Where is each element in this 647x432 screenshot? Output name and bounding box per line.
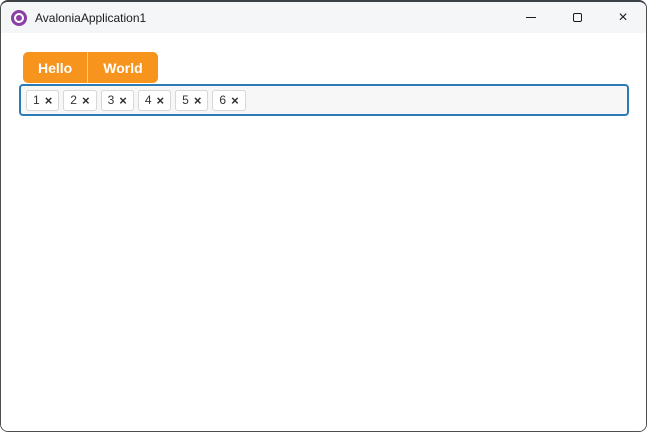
remove-tag-icon[interactable]: × (119, 94, 127, 107)
logo-ring (14, 12, 24, 23)
tag-label: 5 (182, 93, 189, 107)
client-area: Hello World 1 × 2 × 3 × 4 × 5 × 6 × (1, 33, 646, 431)
close-icon: × (618, 8, 628, 26)
tag-chip: 6 × (212, 89, 246, 111)
tag-chip: 4 × (137, 89, 172, 111)
world-button[interactable]: World (88, 52, 157, 83)
window-controls: × (508, 2, 646, 33)
minimize-button[interactable] (508, 2, 554, 33)
maximize-icon (572, 13, 582, 22)
tag-label: 4 (144, 93, 152, 107)
titlebar[interactable]: AvaloniaApplication1 × (1, 2, 646, 33)
tag-label: 6 (219, 93, 227, 107)
remove-tag-icon[interactable]: × (82, 94, 90, 107)
maximize-button[interactable] (554, 2, 600, 33)
remove-tag-icon[interactable]: × (194, 94, 202, 107)
tag-label: 2 (70, 93, 77, 107)
tag-label: 3 (107, 93, 115, 107)
hello-button[interactable]: Hello (23, 52, 87, 83)
tag-chip: 1 × (26, 89, 60, 111)
avalonia-logo-icon (11, 9, 27, 26)
remove-tag-icon[interactable]: × (45, 94, 53, 107)
app-window: AvaloniaApplication1 × Hello World 1 × 2… (0, 0, 647, 432)
hello-world-button-group: Hello World (23, 52, 158, 83)
minimize-icon (526, 17, 536, 18)
tag-chip: 2 × (63, 89, 97, 111)
window-title: AvaloniaApplication1 (35, 10, 147, 25)
remove-tag-icon[interactable]: × (157, 94, 165, 107)
tag-chip: 5 × (175, 89, 209, 111)
close-button[interactable]: × (600, 2, 646, 33)
tag-input-box[interactable]: 1 × 2 × 3 × 4 × 5 × 6 × (19, 84, 629, 116)
tag-chip: 3 × (100, 89, 134, 111)
remove-tag-icon[interactable]: × (231, 94, 239, 107)
tag-label: 1 (33, 93, 40, 107)
